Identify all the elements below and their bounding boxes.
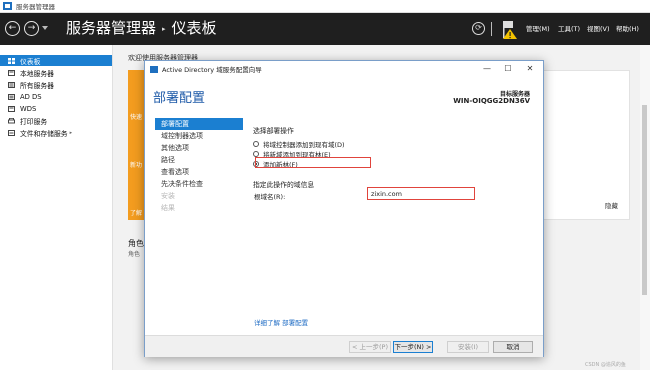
sidebar-item-label: 打印服务: [20, 117, 48, 126]
expand-arrow-icon[interactable]: ▸: [70, 130, 75, 136]
sidebar-item-local-server[interactable]: 本地服务器: [0, 67, 112, 78]
sidebar-item-label: 仪表板: [20, 57, 41, 66]
sidebar-item-label: WDS: [20, 104, 37, 113]
watermark: CSDN @追风的鱼: [585, 362, 626, 368]
server-manager-icon: [3, 2, 12, 10]
next-button[interactable]: 下一步(N) >: [393, 341, 433, 353]
sidebar-item-label: 本地服务器: [20, 69, 54, 78]
breadcrumb: 服务器管理器 ▸ 仪表板: [66, 18, 217, 39]
install-button[interactable]: 安装(I): [447, 341, 489, 353]
wizard-footer: < 上一步(P) 下一步(N) > 安装(I) 取消: [145, 335, 543, 357]
printer-icon: [8, 117, 15, 123]
sidebar-item-file-storage[interactable]: 文件和存储服务 ▸: [0, 127, 112, 138]
menu-view[interactable]: 视图(V): [587, 23, 610, 35]
step-prerequisites-check[interactable]: 先决条件检查: [155, 178, 243, 190]
option-add-dc-existing-domain[interactable]: 将域控制器添加到现有域(D): [253, 139, 538, 149]
notifications-flag-icon[interactable]: [502, 20, 518, 40]
option-label: 将域控制器添加到现有域(D): [263, 141, 345, 149]
refresh-icon[interactable]: ⟳: [472, 22, 485, 35]
back-icon[interactable]: ←: [5, 21, 20, 36]
dashboard-icon: [8, 57, 15, 64]
sidebar-item-label: 所有服务器: [20, 81, 54, 90]
header-bar: ← → 服务器管理器 ▸ 仪表板 ⟳ 管理(M) 工具(T) 视图(V) 帮助(H): [0, 13, 650, 45]
menu-help[interactable]: 帮助(H): [616, 23, 639, 35]
target-server-name: WIN-OIQGG2DN36V: [453, 97, 530, 105]
step-dc-options[interactable]: 域控制器选项: [155, 130, 243, 142]
maximize-icon[interactable]: ☐: [501, 63, 515, 75]
sidebar: 仪表板 本地服务器 所有服务器 AD DS WDS 打印服务 文件和存储服务 ▸: [0, 45, 113, 370]
wizard-steps: 部署配置 域控制器选项 其他选项 路径 查看选项 先决条件检查 安装 结果: [155, 118, 243, 214]
step-deployment-config[interactable]: 部署配置: [155, 118, 243, 130]
servers-icon: [8, 81, 15, 88]
close-icon[interactable]: ✕: [523, 63, 537, 75]
sidebar-item-label: AD DS: [20, 92, 42, 101]
scrollbar-thumb[interactable]: [642, 105, 647, 295]
step-paths[interactable]: 路径: [155, 154, 243, 166]
root-domain-label: 根域名(R):: [254, 193, 286, 201]
tile-text: 了解: [130, 210, 143, 217]
sidebar-item-wds[interactable]: WDS: [0, 103, 112, 114]
header-divider: [491, 22, 492, 36]
file-storage-icon: [8, 129, 15, 136]
sidebar-item-ad-ds[interactable]: AD DS: [0, 91, 112, 102]
step-results: 结果: [161, 204, 175, 212]
highlight-new-forest: [255, 157, 371, 168]
main-scrollbar[interactable]: [640, 45, 650, 370]
breadcrumb-page: 仪表板: [171, 19, 217, 37]
roles-subtitle: 角色: [128, 251, 141, 258]
sidebar-item-dashboard[interactable]: 仪表板: [0, 55, 112, 66]
operation-section-label: 选择部署操作: [253, 127, 294, 135]
hide-link[interactable]: 隐藏: [605, 200, 618, 210]
learn-more-link[interactable]: 详细了解 部署配置: [254, 317, 308, 327]
menu-manage[interactable]: 管理(M): [526, 23, 550, 35]
wizard-app-icon: [150, 65, 158, 73]
menu-tools[interactable]: 工具(T): [558, 23, 580, 35]
sidebar-item-label: 文件和存储服务: [20, 129, 68, 138]
server-icon: [8, 69, 15, 76]
step-review-options[interactable]: 查看选项: [155, 166, 243, 178]
cancel-button[interactable]: 取消: [493, 341, 533, 353]
wizard-heading: 部署配置: [153, 91, 206, 106]
previous-button[interactable]: < 上一步(P): [349, 341, 391, 353]
window-titlebar: 服务器管理器: [0, 0, 650, 13]
root-domain-input[interactable]: [367, 187, 475, 200]
step-additional-options[interactable]: 其他选项: [155, 142, 243, 154]
wds-icon: [8, 105, 15, 112]
sidebar-item-print-services[interactable]: 打印服务: [0, 115, 112, 126]
minimize-icon[interactable]: —: [480, 63, 494, 75]
window-title: 服务器管理器: [16, 3, 55, 11]
tile-text: 新功: [130, 162, 143, 169]
forward-icon[interactable]: →: [24, 21, 39, 36]
tile-text: 快速: [130, 114, 143, 121]
roles-title: 角色: [128, 239, 144, 248]
ad-ds-icon: [8, 93, 15, 100]
ad-ds-config-wizard: Active Directory 域服务配置向导 — ☐ ✕ 部署配置 目标服务…: [144, 60, 544, 357]
sidebar-item-all-servers[interactable]: 所有服务器: [0, 79, 112, 90]
breadcrumb-root: 服务器管理器: [66, 19, 157, 37]
radio-button[interactable]: [253, 141, 259, 147]
breadcrumb-separator-icon: ▸: [162, 24, 166, 33]
step-installation: 安装: [161, 192, 175, 200]
history-dropdown-icon[interactable]: [42, 26, 48, 30]
wizard-title: Active Directory 域服务配置向导: [162, 66, 262, 74]
